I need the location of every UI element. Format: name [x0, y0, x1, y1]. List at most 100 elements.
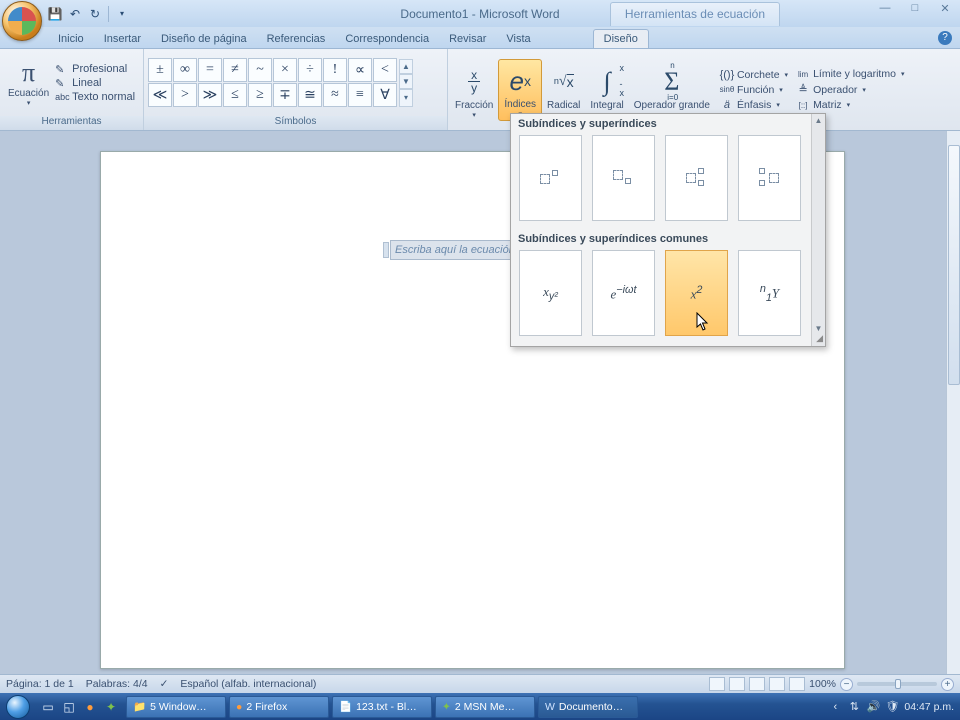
view-print-layout[interactable] — [709, 677, 725, 691]
gallery-item-leftsupersub[interactable] — [738, 135, 801, 221]
large-operator-button[interactable]: Σni=0 Operador grande▾ — [629, 59, 715, 121]
gallery-resize-handle[interactable]: ◢ — [816, 333, 823, 344]
tab-insertar[interactable]: Insertar — [94, 30, 151, 48]
vertical-scrollbar[interactable] — [946, 145, 960, 675]
task-msn[interactable]: ✦2 MSN Me… — [435, 696, 535, 718]
zoom-in-button[interactable]: + — [941, 678, 954, 691]
tab-diseno-pagina[interactable]: Diseño de página — [151, 30, 257, 48]
status-words[interactable]: Palabras: 4/4 — [86, 678, 148, 690]
radical-button[interactable]: n√x Radical▾ — [542, 59, 585, 121]
scrollbar-thumb[interactable] — [948, 145, 960, 385]
tab-diseno[interactable]: Diseño — [593, 29, 649, 48]
equation-handle[interactable] — [383, 242, 389, 258]
sym-eq[interactable]: = — [198, 58, 222, 82]
gallery-item-subscript[interactable] — [592, 135, 655, 221]
operator-button[interactable]: ≜Operador▾ — [793, 82, 907, 97]
ql-show-desktop-icon[interactable]: ▭ — [39, 697, 57, 717]
gallery-item-ny[interactable]: n1Y — [738, 250, 801, 336]
sym-equiv[interactable]: ≡ — [348, 83, 372, 107]
sym-geq[interactable]: ≥ — [248, 83, 272, 107]
tray-shield-icon[interactable]: 🛡 — [885, 700, 899, 714]
task-firefox[interactable]: ●2 Firefox — [229, 696, 329, 718]
sym-gt[interactable]: > — [173, 83, 197, 107]
limit-button[interactable]: limLímite y logaritmo▾ — [793, 67, 907, 81]
fraction-button[interactable]: xy Fracción▾ — [450, 59, 498, 121]
tab-inicio[interactable]: Inicio — [48, 30, 94, 48]
tab-referencias[interactable]: Referencias — [257, 30, 336, 48]
sym-pm[interactable]: ± — [148, 58, 172, 82]
matrix-button[interactable]: [::]Matriz▾ — [793, 98, 907, 112]
status-language[interactable]: Español (alfab. internacional) — [180, 678, 316, 690]
script-button[interactable]: ex Índices▾ — [498, 59, 542, 121]
normal-text-button[interactable]: abcTexto normal — [55, 91, 135, 103]
sym-times[interactable]: × — [273, 58, 297, 82]
sym-div[interactable]: ÷ — [298, 58, 322, 82]
sym-muchgt[interactable]: ≫ — [198, 83, 222, 107]
symbols-scroll-up[interactable]: ▲ — [399, 59, 413, 74]
tray-volume-icon[interactable]: 🔊 — [866, 700, 880, 714]
fraction-icon: xy — [468, 64, 480, 100]
gallery-scrollbar[interactable]: ▲ ▼ — [811, 114, 825, 346]
gallery-item-eiwt[interactable]: e−iωt — [592, 250, 655, 336]
undo-icon[interactable]: ↶ — [66, 5, 84, 23]
gallery-item-supersub[interactable] — [665, 135, 728, 221]
sym-fact[interactable]: ! — [323, 58, 347, 82]
zoom-out-button[interactable]: − — [840, 678, 853, 691]
close-button[interactable]: ✕ — [934, 0, 956, 16]
view-web-layout[interactable] — [749, 677, 765, 691]
gallery-item-superscript[interactable] — [519, 135, 582, 221]
sym-approx[interactable]: ≈ — [323, 83, 347, 107]
zoom-level[interactable]: 100% — [809, 678, 836, 690]
sym-muchlt[interactable]: ≪ — [148, 83, 172, 107]
clock[interactable]: 04:47 p.m. — [904, 701, 954, 713]
proofing-icon[interactable]: ✓ — [160, 678, 169, 690]
linear-button[interactable]: ✎Lineal — [55, 77, 135, 90]
tab-correspondencia[interactable]: Correspondencia — [335, 30, 439, 48]
zoom-slider-thumb[interactable] — [895, 679, 901, 689]
office-button[interactable] — [2, 1, 42, 41]
ruler-toggle[interactable] — [946, 131, 960, 145]
sym-tilde[interactable]: ~ — [248, 58, 272, 82]
tray-expand-icon[interactable]: ‹ — [828, 700, 842, 714]
gallery-item-xy2[interactable]: xy² — [519, 250, 582, 336]
status-page[interactable]: Página: 1 de 1 — [6, 678, 74, 690]
save-icon[interactable]: 💾 — [46, 5, 64, 23]
tab-revisar[interactable]: Revisar — [439, 30, 496, 48]
equation-button[interactable]: π Ecuación ▾ — [4, 56, 53, 109]
start-button[interactable] — [0, 693, 36, 720]
ql-switch-icon[interactable]: ◱ — [60, 697, 78, 717]
qat-customize-icon[interactable]: ▾ — [113, 5, 131, 23]
restore-button[interactable]: □ — [904, 0, 926, 16]
sym-mp[interactable]: ∓ — [273, 83, 297, 107]
sym-prop[interactable]: ∝ — [348, 58, 372, 82]
taskbar: ▭ ◱ ● ✦ 📁5 Window… ●2 Firefox 📄123.txt -… — [0, 693, 960, 720]
view-outline[interactable] — [769, 677, 785, 691]
sym-lt[interactable]: < — [373, 58, 397, 82]
professional-button[interactable]: ✎Profesional — [55, 63, 135, 76]
accent-button[interactable]: äÉnfasis▾ — [717, 98, 791, 112]
sym-inf[interactable]: ∞ — [173, 58, 197, 82]
gallery-item-x2[interactable]: x2 — [665, 250, 728, 336]
sym-cong[interactable]: ≅ — [298, 83, 322, 107]
symbols-scroll-down[interactable]: ▼ — [399, 74, 413, 89]
ql-messenger-icon[interactable]: ✦ — [102, 697, 120, 717]
task-notepad[interactable]: 📄123.txt - Bl… — [332, 696, 432, 718]
symbols-more-icon[interactable]: ▾ — [399, 89, 413, 107]
task-word[interactable]: WDocumento… — [538, 696, 638, 718]
view-full-screen[interactable] — [729, 677, 745, 691]
sym-leq[interactable]: ≤ — [223, 83, 247, 107]
help-icon[interactable]: ? — [938, 31, 952, 45]
function-button[interactable]: sinθFunción▾ — [717, 83, 791, 97]
sym-forall[interactable]: ∀ — [373, 83, 397, 107]
tray-network-icon[interactable]: ⇅ — [847, 700, 861, 714]
tab-vista[interactable]: Vista — [496, 30, 540, 48]
bracket-button[interactable]: {()}Corchete▾ — [717, 68, 791, 82]
task-explorer[interactable]: 📁5 Window… — [126, 696, 226, 718]
zoom-slider[interactable] — [857, 682, 937, 686]
integral-button[interactable]: ∫x-x Integral▾ — [585, 59, 628, 121]
view-draft[interactable] — [789, 677, 805, 691]
sym-neq[interactable]: ≠ — [223, 58, 247, 82]
minimize-button[interactable]: — — [874, 0, 896, 16]
ql-firefox-icon[interactable]: ● — [81, 697, 99, 717]
redo-icon[interactable]: ↻ — [86, 5, 104, 23]
